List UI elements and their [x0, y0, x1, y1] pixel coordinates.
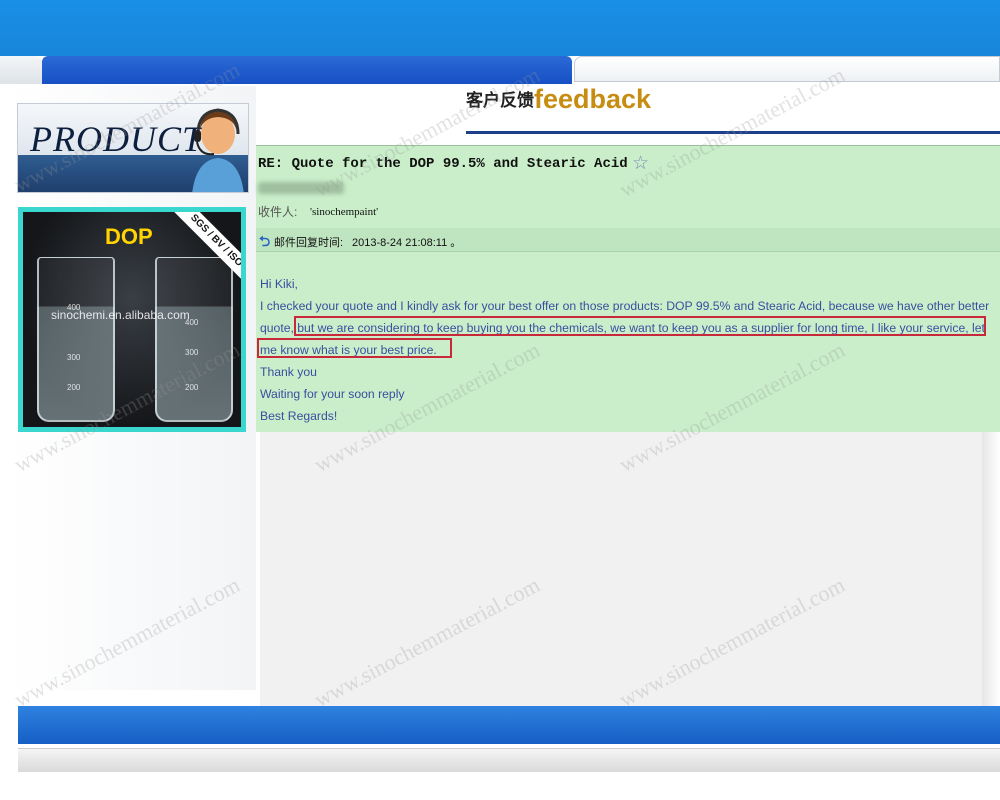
nav-strip [0, 56, 1000, 86]
feedback-title: feedback [534, 84, 652, 114]
beaker-tick: 300 [185, 348, 199, 357]
dop-beakers-image: 400 300 200 400 300 200 DOP sinochemi.en… [23, 212, 241, 427]
sender-name-blurred [258, 182, 344, 194]
beaker-tick: 200 [185, 383, 199, 392]
feedback-title-cn: 客户反馈 [466, 91, 534, 110]
beaker-tick: 200 [67, 383, 81, 392]
nav-tab-active[interactable] [42, 56, 572, 84]
content-blank-area [260, 432, 982, 708]
product-title: PRODUCT [30, 119, 204, 159]
nav-tab-left[interactable] [0, 56, 42, 84]
beaker-tick: 300 [67, 353, 81, 362]
reply-time: 2013-8-24 21:08:11 。 [352, 237, 462, 249]
highlight-box [294, 316, 986, 336]
product-header[interactable]: PRODUCT [17, 103, 249, 193]
feedback-underline [466, 131, 1000, 134]
reply-arrow-icon: ⮌ [259, 233, 271, 249]
customer-service-icon [192, 108, 244, 192]
highlight-box [257, 338, 452, 358]
top-banner [0, 0, 1000, 56]
email-line: Thank you [260, 365, 317, 379]
email-subject: RE: Quote for the DOP 99.5% and Stearic … [258, 156, 628, 172]
recipient-label: 收件人: [258, 205, 298, 219]
email-line: I checked your quote and I kindly ask fo… [260, 299, 990, 313]
star-icon[interactable]: ☆ [632, 152, 649, 175]
footer-strip [18, 748, 1000, 772]
email-line: Best Regards! [260, 409, 338, 423]
photo-watermark: sinochemi.en.alibaba.com [51, 308, 190, 322]
beaker-icon: 400 300 200 [37, 257, 115, 422]
beaker-icon: 400 300 200 [155, 257, 233, 422]
product-photo[interactable]: 400 300 200 400 300 200 DOP sinochemi.en… [18, 207, 246, 432]
reply-time-label: 邮件回复时间: [274, 237, 344, 249]
recipient-value: 'sinochempaint' [310, 206, 379, 218]
email-line: Waiting for your soon reply [260, 387, 405, 401]
photo-label: DOP [105, 224, 153, 249]
email-line: Hi Kiki, [260, 277, 298, 291]
footer-bar [18, 706, 1000, 744]
scroll-edge [982, 432, 1000, 708]
nav-tab-right[interactable] [574, 56, 1000, 82]
